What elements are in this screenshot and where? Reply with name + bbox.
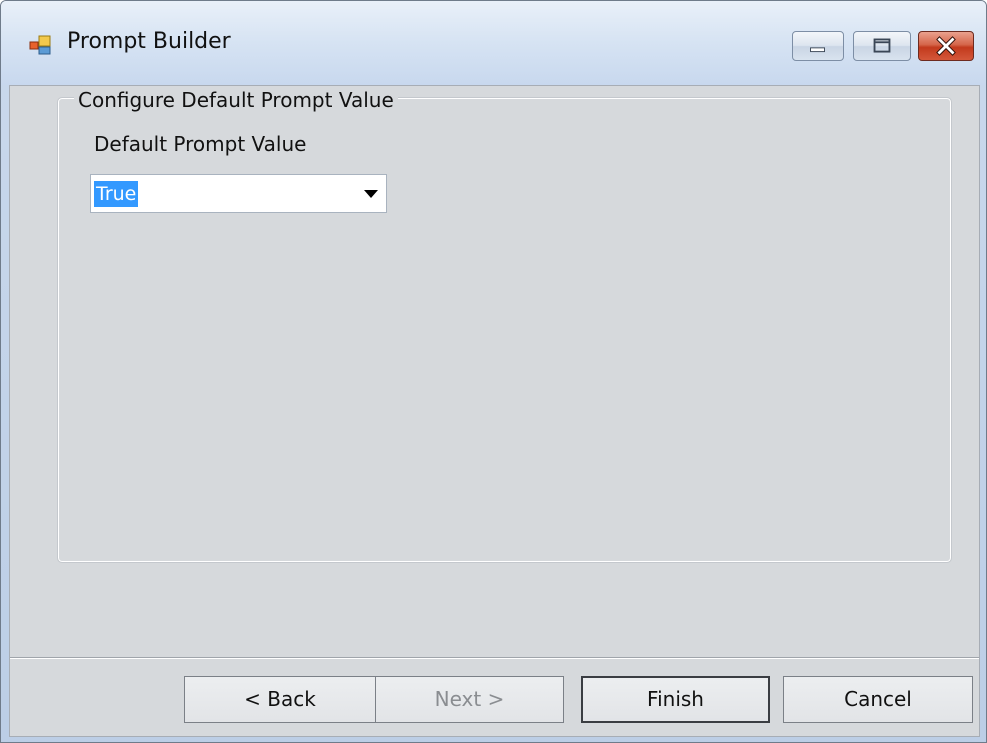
minimize-button[interactable]: [792, 31, 844, 61]
app-window-icon: [29, 35, 51, 55]
maximize-button[interactable]: [853, 31, 911, 61]
next-button[interactable]: Next >: [375, 676, 564, 723]
configure-default-prompt-groupbox: [57, 97, 952, 563]
back-button[interactable]: < Back: [184, 676, 376, 723]
finish-button[interactable]: Finish: [581, 676, 770, 723]
default-prompt-value-combobox[interactable]: True: [90, 174, 387, 213]
dialog-client-area: Configure Default Prompt Value Default P…: [9, 85, 980, 737]
close-icon: [936, 36, 956, 56]
default-prompt-value-label: Default Prompt Value: [94, 132, 307, 156]
prompt-builder-window: Prompt Builder Configure Default Prompt …: [0, 0, 987, 743]
window-title: Prompt Builder: [67, 29, 231, 54]
maximize-icon: [873, 38, 891, 53]
title-bar[interactable]: Prompt Builder: [1, 1, 986, 85]
button-separator: [10, 657, 979, 659]
groupbox-legend: Configure Default Prompt Value: [74, 88, 398, 112]
chevron-down-icon[interactable]: [364, 190, 378, 198]
minimize-icon: [810, 47, 825, 53]
cancel-button[interactable]: Cancel: [783, 676, 973, 723]
close-button[interactable]: [918, 31, 974, 61]
combobox-selected-value: True: [94, 181, 139, 207]
